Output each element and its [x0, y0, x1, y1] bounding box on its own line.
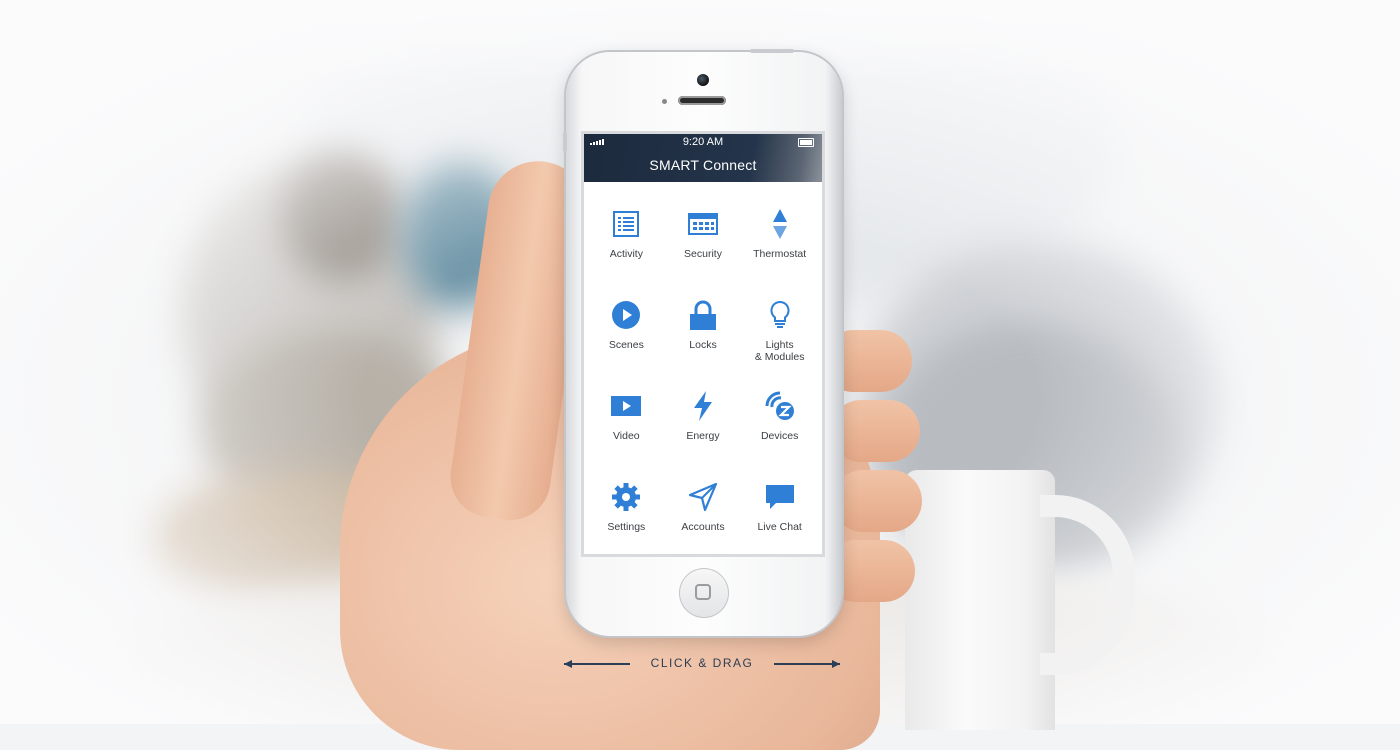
phone-screen: 9:20 AM SMART Connect Activity Security: [584, 134, 822, 554]
thermostat-arrows-icon: [764, 208, 796, 240]
battery-icon: [798, 138, 814, 147]
menu-label: Accounts: [681, 521, 725, 533]
home-button[interactable]: [679, 568, 729, 618]
hand-finger: [830, 400, 920, 462]
menu-label: Security: [684, 248, 722, 260]
smartphone: 9:20 AM SMART Connect Activity Security: [563, 49, 842, 636]
status-time: 9:20 AM: [682, 136, 724, 148]
menu-item-devices[interactable]: Devices: [741, 372, 818, 463]
proximity-sensor: [662, 99, 667, 104]
menu-item-security[interactable]: Security: [665, 190, 742, 281]
menu-item-live-chat[interactable]: Live Chat: [741, 463, 818, 554]
lightbulb-icon: [764, 299, 796, 331]
status-bar: 9:20 AM: [584, 134, 822, 150]
click-and-drag-hint[interactable]: CLICK & DRAG: [564, 652, 840, 674]
app-title: SMART Connect: [649, 157, 757, 173]
hand-finger: [832, 470, 922, 532]
menu-label: Video: [612, 430, 640, 442]
chat-bubble-icon: [764, 481, 796, 513]
menu-item-lights-modules[interactable]: Lights & Modules: [741, 281, 818, 372]
menu-label: Lights & Modules: [754, 339, 805, 363]
menu-label: Live Chat: [757, 521, 802, 533]
menu-label: Locks: [689, 339, 717, 351]
home-square-icon: [695, 584, 711, 600]
navigation-arrow-icon: [687, 481, 719, 513]
front-camera: [697, 74, 709, 86]
mute-switch: [563, 132, 567, 152]
zwave-icon: [764, 390, 796, 422]
menu-label: Scenes: [608, 339, 644, 351]
right-arrowhead-icon: [832, 660, 840, 668]
menu-item-activity[interactable]: Activity: [588, 190, 665, 281]
signal-icon: [590, 139, 604, 145]
menu-label: Thermostat: [753, 248, 807, 260]
menu-item-locks[interactable]: Locks: [665, 281, 742, 372]
gear-icon: [610, 481, 642, 513]
menu-grid: Activity Security Thermostat Scenes Lock…: [584, 182, 822, 554]
lock-icon: [687, 299, 719, 331]
keypad-icon: [687, 208, 719, 240]
menu-item-energy[interactable]: Energy: [665, 372, 742, 463]
menu-label: Devices: [760, 430, 799, 442]
menu-item-scenes[interactable]: Scenes: [588, 281, 665, 372]
right-arrow-icon: [774, 663, 840, 665]
video-icon: [610, 390, 642, 422]
play-circle-icon: [610, 299, 642, 331]
menu-item-accounts[interactable]: Accounts: [665, 463, 742, 554]
app-header: 9:20 AM SMART Connect: [584, 134, 822, 182]
menu-label: Energy: [686, 430, 720, 442]
menu-label: Activity: [609, 248, 643, 260]
menu-item-thermostat[interactable]: Thermostat: [741, 190, 818, 281]
lightning-icon: [687, 390, 719, 422]
menu-item-video[interactable]: Video: [588, 372, 665, 463]
earpiece-speaker: [678, 96, 726, 105]
coffee-mug: [905, 470, 1055, 730]
power-button: [750, 49, 794, 53]
menu-label: Settings: [607, 521, 646, 533]
list-icon: [610, 208, 642, 240]
menu-item-settings[interactable]: Settings: [588, 463, 665, 554]
